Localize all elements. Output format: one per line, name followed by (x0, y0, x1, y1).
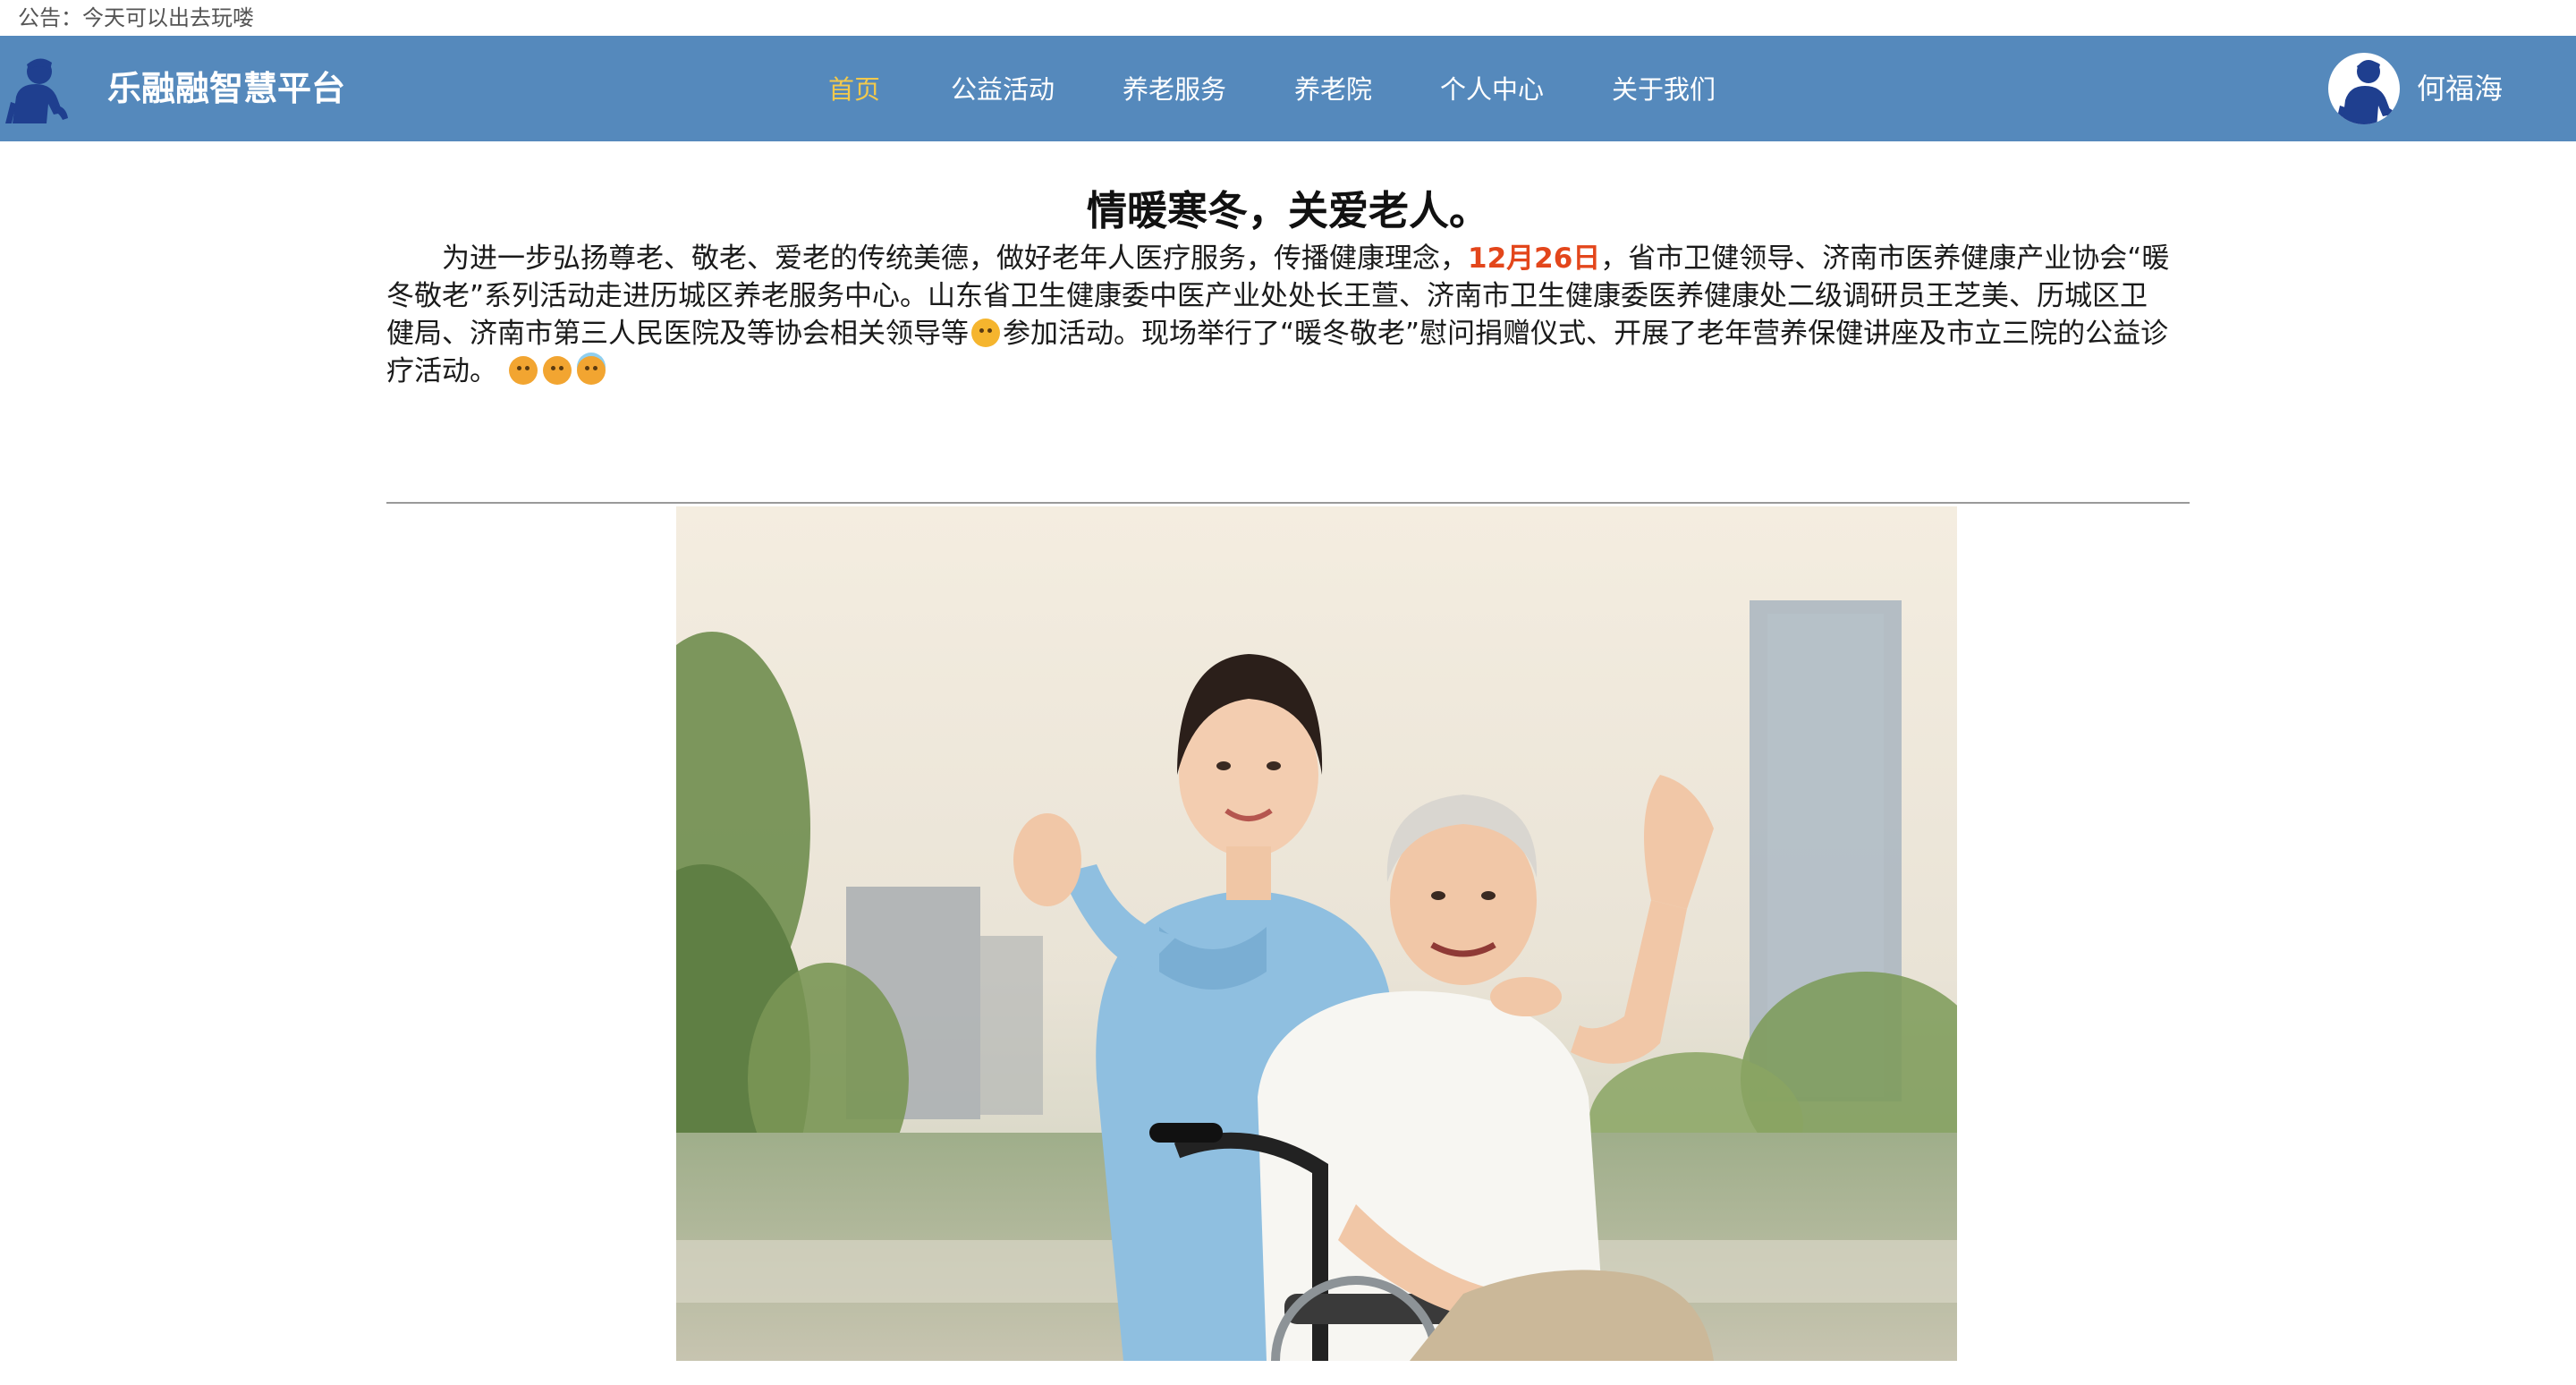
smiling-halo-emoji-icon (576, 356, 606, 385)
article-date-highlight: 12月26日 (1468, 242, 1601, 275)
nav-nursing-home[interactable]: 养老院 (1294, 68, 1372, 111)
article-title: 情暖寒冬，关爱老人。 (1086, 187, 1489, 234)
article-photo (676, 506, 1957, 1361)
kissing-face-emoji-icon (508, 356, 538, 385)
user-name[interactable]: 何福海 (2417, 66, 2503, 111)
elderly-person-icon[interactable] (0, 52, 72, 127)
brand-name[interactable]: 乐融融智慧平台 (107, 64, 345, 113)
nav-charity-activities[interactable]: 公益活动 (951, 68, 1055, 111)
content-divider (386, 502, 2190, 504)
article-body-text-1: 为进一步弘扬尊老、敬老、爱老的传统美德，做好老年人医疗服务，传播健康理念， (442, 242, 1468, 275)
kissing-closed-eyes-emoji-icon (542, 356, 572, 385)
nav-personal-center[interactable]: 个人中心 (1440, 68, 1544, 111)
user-avatar-icon[interactable] (2327, 52, 2401, 125)
nav-about-us[interactable]: 关于我们 (1612, 68, 1716, 111)
nav-elderly-services[interactable]: 养老服务 (1123, 68, 1226, 111)
announcement-text: 公告：今天可以出去玩喽 (18, 5, 254, 30)
announcement-bar: 公告：今天可以出去玩喽 (0, 0, 2576, 36)
article-body: 为进一步弘扬尊老、敬老、爱老的传统美德，做好老年人医疗服务，传播健康理念，12月… (386, 240, 2175, 390)
top-navbar: 乐融融智慧平台 首页 公益活动 养老服务 养老院 个人中心 关于我们 何福海 (0, 36, 2576, 141)
winking-tongue-emoji-icon (971, 319, 1000, 347)
nav-home[interactable]: 首页 (828, 68, 880, 111)
